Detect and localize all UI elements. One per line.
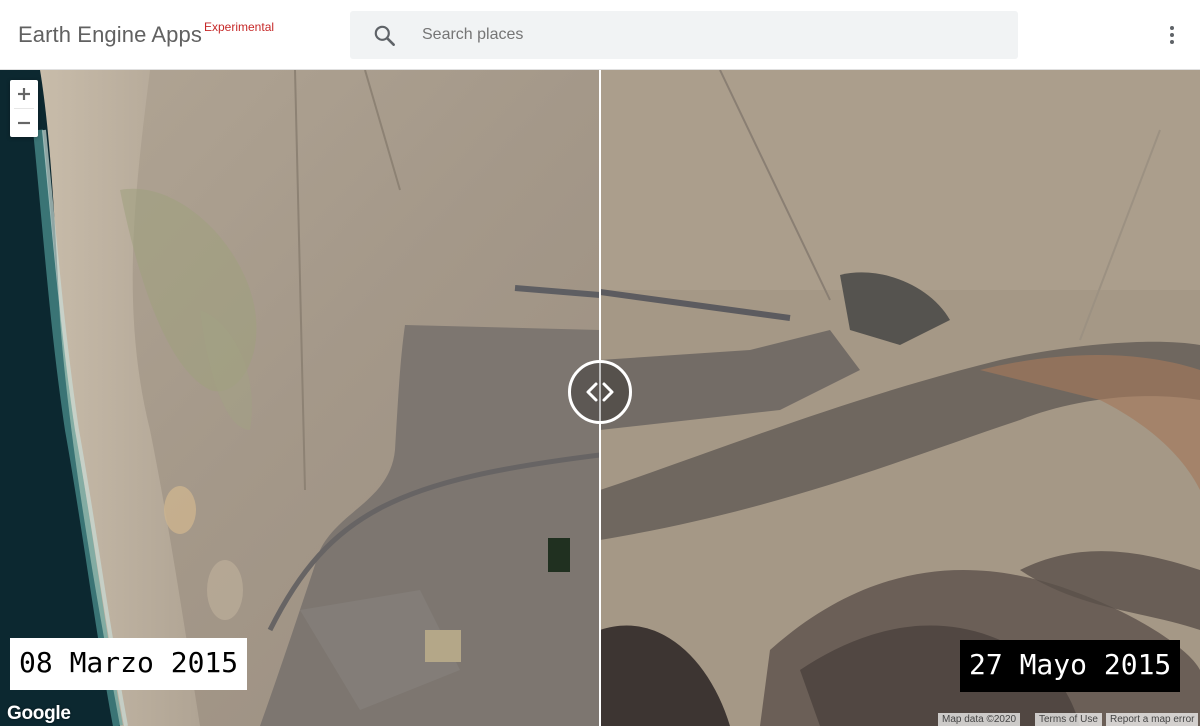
map-view[interactable]: 08 Marzo 2015 27 Mayo 2015 Google Map da…	[0, 70, 1200, 726]
experimental-badge: Experimental	[204, 20, 275, 34]
report-map-error-link[interactable]: Report a map error	[1106, 713, 1199, 726]
map-pane-left[interactable]	[0, 70, 600, 726]
google-logo[interactable]: Google	[7, 703, 71, 725]
zoom-control	[10, 80, 38, 137]
satellite-image-right	[600, 70, 1200, 726]
map-pane-right[interactable]	[600, 70, 1200, 726]
search-input[interactable]	[422, 11, 1002, 59]
more-vert-icon[interactable]	[1160, 22, 1184, 48]
swipe-handle[interactable]	[568, 360, 632, 424]
map-data-attribution: Map data ©2020	[938, 713, 1021, 726]
app-header: Earth Engine Apps Experimental	[0, 0, 1200, 70]
chevron-left-right-icon	[586, 382, 614, 402]
right-date-label: 27 Mayo 2015	[960, 640, 1181, 692]
search-icon[interactable]	[372, 23, 398, 49]
left-date-label: 08 Marzo 2015	[10, 638, 248, 690]
minus-icon[interactable]	[10, 109, 38, 137]
plus-icon[interactable]	[10, 80, 38, 108]
app-title: Earth Engine Apps	[18, 22, 202, 47]
satellite-image-left	[0, 70, 600, 726]
search-box	[350, 11, 1018, 59]
terms-of-use-link[interactable]: Terms of Use	[1035, 713, 1102, 726]
